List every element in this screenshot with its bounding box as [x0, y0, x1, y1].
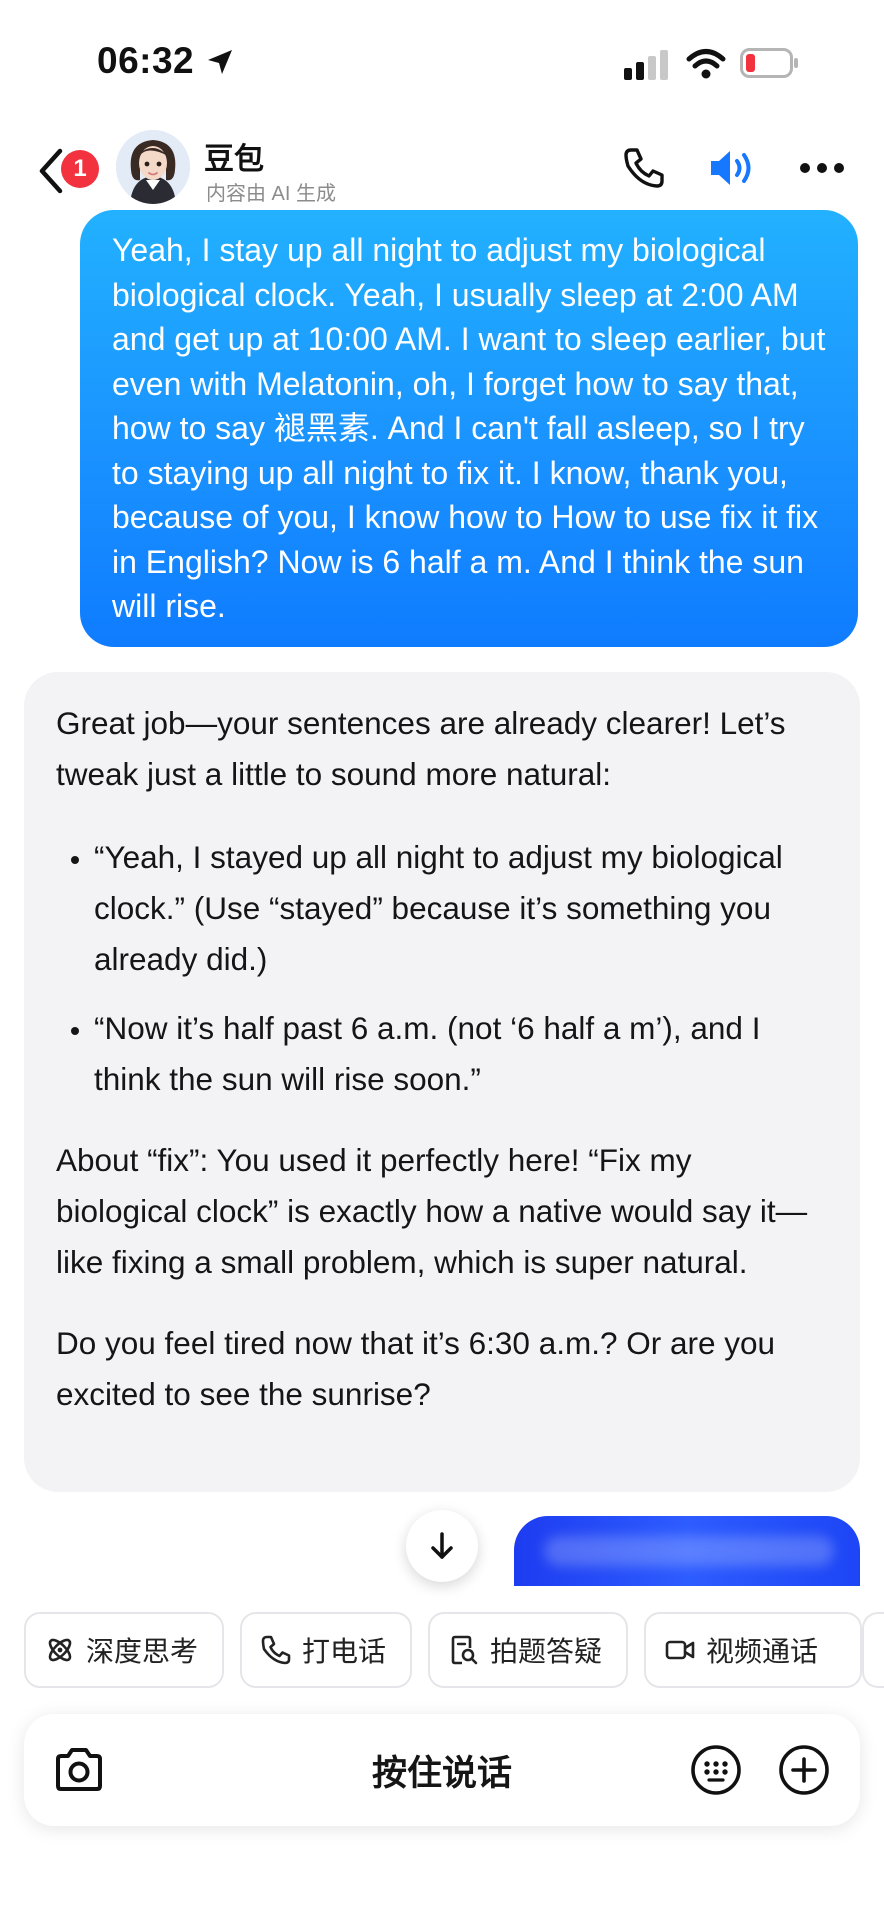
more-options-icon[interactable]	[798, 160, 846, 176]
chip-label: 打电话	[302, 1636, 387, 1667]
cellular-signal-icon	[624, 50, 668, 80]
chip-deep-thinking[interactable]: 深度思考	[24, 1612, 224, 1688]
search-doc-icon	[451, 1635, 478, 1665]
location-arrow-icon	[208, 50, 232, 74]
hold-to-talk-label[interactable]: 按住说话	[0, 1745, 884, 1796]
phone-icon	[261, 1635, 291, 1665]
assistant-bullet: “Yeah, I stayed up all night to adjust m…	[94, 832, 830, 985]
chip-photo-question[interactable]: 拍题答疑	[428, 1612, 628, 1688]
keypad-icon[interactable]	[690, 1744, 742, 1796]
arrow-down-icon	[431, 1532, 453, 1559]
phone-call-icon[interactable]	[622, 146, 666, 190]
avatar[interactable]	[116, 130, 190, 204]
assistant-bullet-list: “Yeah, I stayed up all night to adjust m…	[56, 832, 830, 1105]
user-message-bubble-partial[interactable]	[514, 1516, 860, 1586]
ai-generated-note: 内容由 AI 生成	[206, 183, 337, 205]
battery-icon	[740, 48, 798, 78]
chip-more-partial[interactable]	[862, 1612, 884, 1688]
bot-avatar-illustration	[116, 130, 190, 204]
assistant-bullet: “Now it’s half past 6 a.m. (not ‘6 half …	[94, 1003, 830, 1105]
speaker-icon[interactable]	[708, 146, 758, 190]
unread-badge: 1	[61, 150, 99, 188]
chip-phone-call[interactable]: 打电话	[240, 1612, 412, 1688]
video-icon	[665, 1640, 695, 1660]
status-time: 06:32	[97, 40, 195, 81]
atom-icon	[48, 1638, 72, 1662]
wifi-icon	[686, 49, 726, 79]
user-message-bubble[interactable]: Yeah, I stay up all night to adjust my b…	[80, 210, 858, 647]
assistant-fix-note: About “fix”: You used it perfectly here!…	[56, 1142, 808, 1280]
assistant-message-bubble[interactable]: Great job—your sentences are already cle…	[24, 672, 860, 1492]
chip-video-call[interactable]: 视频通话	[644, 1612, 862, 1688]
assistant-intro: Great job—your sentences are already cle…	[56, 705, 786, 792]
plus-icon[interactable]	[778, 1744, 830, 1796]
scroll-to-bottom-button[interactable]	[406, 1510, 478, 1582]
user-message-text: Yeah, I stay up all night to adjust my b…	[112, 232, 826, 624]
chip-label: 拍题答疑	[490, 1636, 603, 1667]
chip-label: 视频通话	[706, 1636, 819, 1667]
assistant-question: Do you feel tired now that it’s 6:30 a.m…	[56, 1325, 776, 1412]
bot-name: 豆包	[204, 143, 264, 176]
chip-label: 深度思考	[86, 1636, 199, 1667]
